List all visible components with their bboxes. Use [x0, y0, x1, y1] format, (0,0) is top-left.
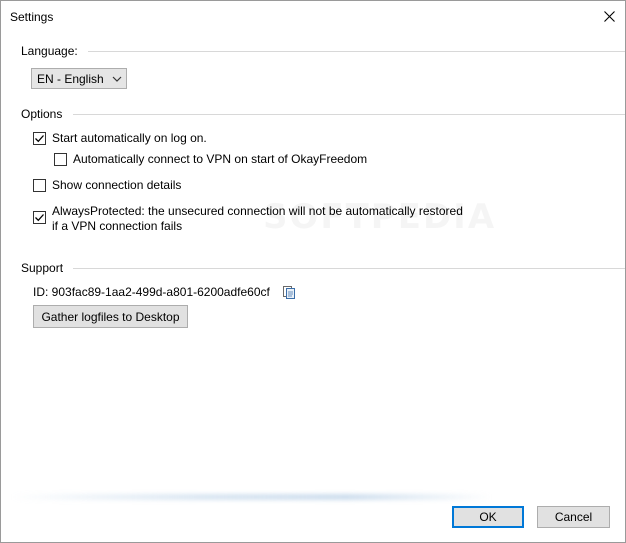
options-group-label: Options — [21, 107, 63, 121]
language-dropdown[interactable]: EN - English — [31, 68, 127, 89]
check-icon — [35, 135, 44, 143]
support-id-text: ID: 903fac89-1aa2-499d-a801-6200adfe60cf — [33, 285, 270, 299]
checkbox[interactable] — [33, 132, 46, 145]
language-dropdown-value: EN - English — [37, 72, 104, 86]
footer-separator — [11, 494, 491, 500]
option-label-line: if a VPN connection fails — [52, 219, 183, 233]
checkbox[interactable] — [33, 179, 46, 192]
close-button[interactable] — [593, 1, 625, 31]
language-group-label: Language: — [21, 44, 78, 58]
support-id-row: ID: 903fac89-1aa2-499d-a801-6200adfe60cf — [33, 285, 296, 299]
option-always-protected[interactable]: AlwaysProtected: the unsecured connectio… — [33, 204, 463, 234]
copy-icon[interactable] — [282, 285, 296, 299]
option-label: AlwaysProtected: the unsecured connectio… — [52, 204, 463, 234]
settings-window: Settings Language: EN - English Options … — [0, 0, 626, 543]
ok-button[interactable]: OK — [452, 506, 524, 528]
chevron-down-icon — [112, 76, 122, 82]
gather-logfiles-button[interactable]: Gather logfiles to Desktop — [33, 305, 188, 328]
title-bar: Settings — [1, 1, 625, 33]
option-show-connection-details[interactable]: Show connection details — [33, 178, 181, 193]
check-icon — [35, 214, 44, 222]
option-start-on-logon[interactable]: Start automatically on log on. — [33, 131, 207, 146]
option-label-line: Start automatically on log on. — [52, 131, 207, 145]
cancel-button[interactable]: Cancel — [537, 506, 610, 528]
options-group-divider — [73, 114, 625, 115]
window-title: Settings — [10, 10, 54, 24]
option-label: Show connection details — [52, 178, 181, 193]
checkbox[interactable] — [33, 211, 46, 224]
close-icon — [603, 10, 615, 22]
option-label-line: Automatically connect to VPN on start of… — [73, 152, 368, 166]
support-group-label: Support — [21, 261, 64, 275]
checkbox[interactable] — [54, 153, 67, 166]
option-auto-connect-vpn[interactable]: Automatically connect to VPN on start of… — [54, 152, 367, 167]
option-label: Start automatically on log on. — [52, 131, 207, 146]
option-label-line: AlwaysProtected: the unsecured connectio… — [52, 204, 463, 218]
language-group-divider — [88, 51, 625, 52]
option-label: Automatically connect to VPN on start of… — [73, 152, 367, 167]
support-group-divider — [73, 268, 625, 269]
option-label-line: Show connection details — [52, 178, 182, 192]
